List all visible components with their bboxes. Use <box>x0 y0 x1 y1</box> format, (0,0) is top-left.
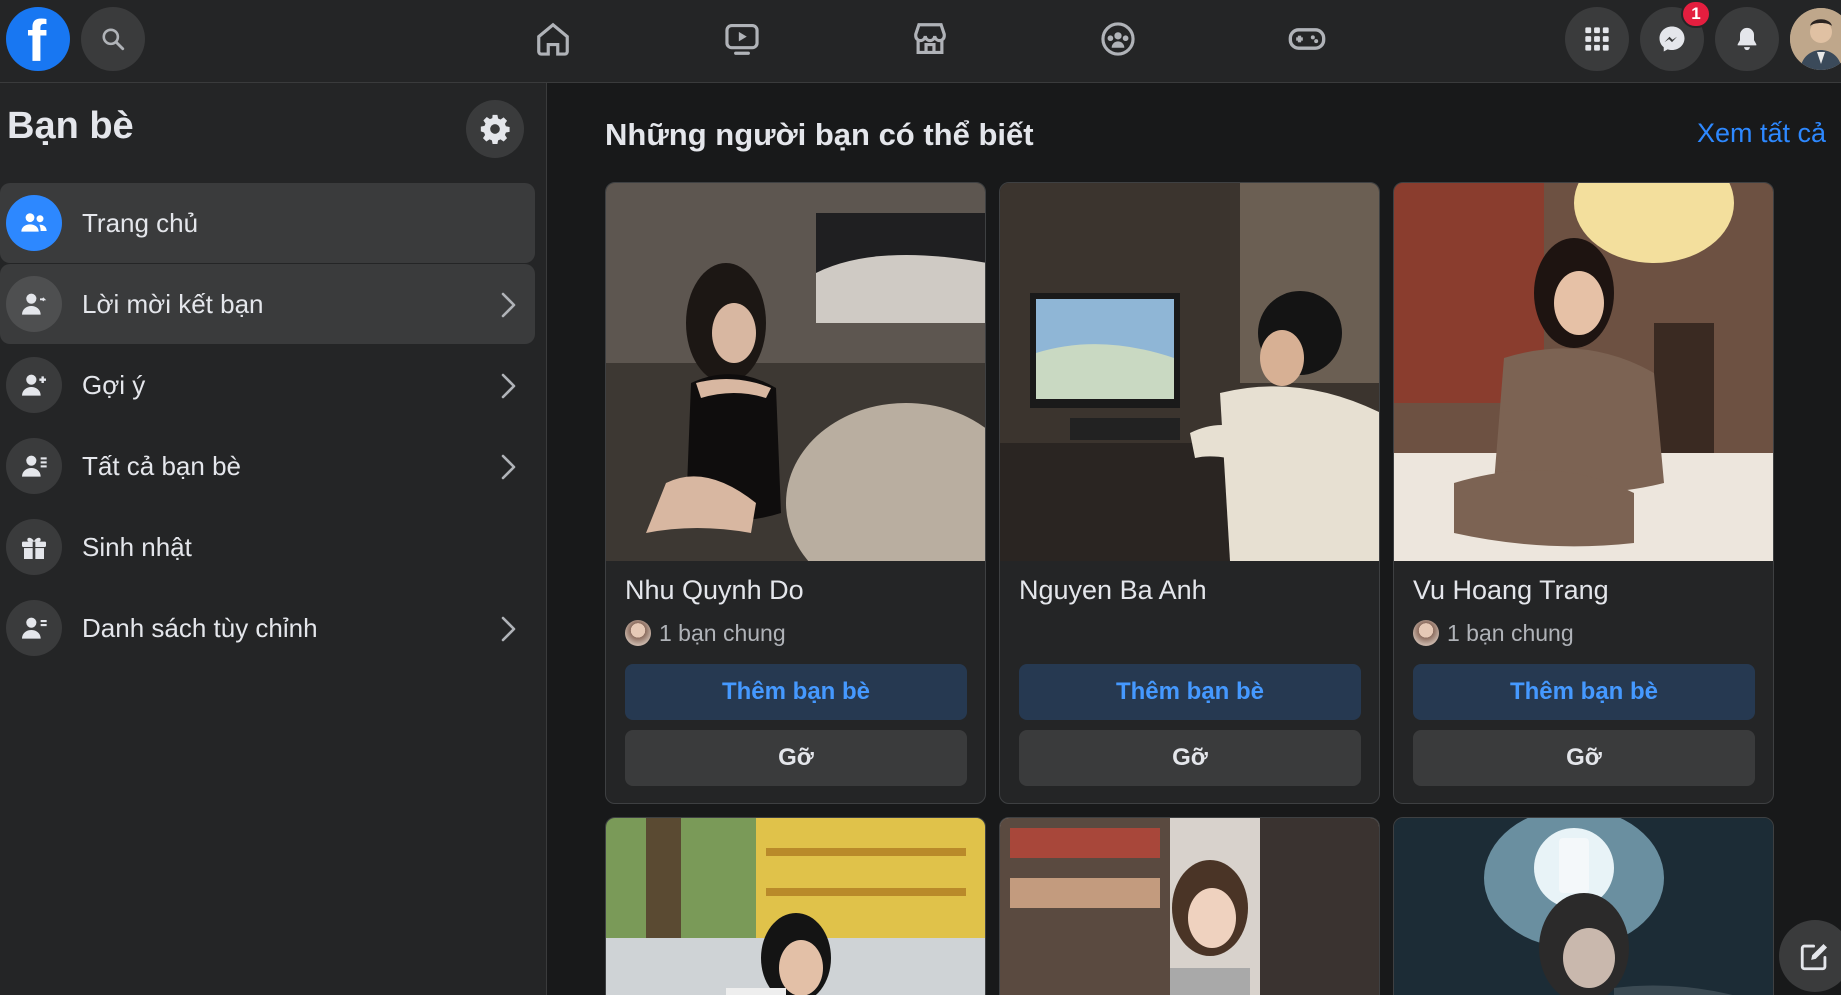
sidebar-item-birthdays[interactable]: Sinh nhật <box>0 507 535 587</box>
new-message-button[interactable] <box>1779 920 1841 992</box>
mutual-friend-avatar <box>625 620 651 646</box>
groups-icon <box>1101 22 1135 56</box>
friend-suggestion-card: Nguyen Ba Anh Thêm bạn bè Gỡ <box>999 182 1380 804</box>
custom-list-icon <box>22 617 47 639</box>
sidebar-icon-circle <box>6 195 62 251</box>
nav-home-button[interactable] <box>533 18 573 60</box>
search-icon <box>102 28 125 51</box>
friend-name[interactable]: Nguyen Ba Anh <box>1019 575 1207 606</box>
notifications-button[interactable] <box>1715 7 1779 71</box>
friends-home-icon <box>21 213 47 232</box>
section-title: Những người bạn có thể biết <box>605 117 1034 152</box>
profile-photo[interactable] <box>606 183 986 561</box>
sidebar-item-custom-lists[interactable]: Danh sách tùy chỉnh <box>0 588 535 668</box>
marketplace-icon <box>914 23 946 55</box>
add-friend-icon <box>22 374 46 396</box>
add-friend-button[interactable]: Thêm bạn bè <box>1413 664 1755 720</box>
sidebar-item-friend-requests[interactable]: Lời mời kết bạn <box>0 264 535 344</box>
sidebar-item-label: Danh sách tùy chỉnh <box>82 613 318 643</box>
sidebar-item-label: Lời mời kết bạn <box>82 289 264 319</box>
nav-watch-button[interactable] <box>722 18 762 60</box>
friend-list-icon <box>22 455 47 477</box>
sidebar-icon-circle <box>6 519 62 575</box>
sidebar-item-label: Trang chủ <box>82 208 199 238</box>
chevron-right-icon <box>501 373 516 399</box>
messenger-notification-badge: 1 <box>1681 0 1711 28</box>
home-icon <box>537 22 569 56</box>
messenger-icon <box>1659 26 1685 52</box>
see-all-link[interactable]: Xem tất cả <box>1697 118 1826 149</box>
remove-button[interactable]: Gỡ <box>625 730 967 786</box>
friend-name[interactable]: Nhu Quynh Do <box>625 575 804 606</box>
gift-icon <box>22 537 46 559</box>
avatar-photo <box>1790 8 1841 70</box>
remove-button[interactable]: Gỡ <box>1413 730 1755 786</box>
mutual-friends: 1 bạn chung <box>1413 618 1574 648</box>
nav-gaming-button[interactable] <box>1287 18 1327 60</box>
mutual-friends: 1 bạn chung <box>625 618 786 648</box>
add-friend-button[interactable]: Thêm bạn bè <box>625 664 967 720</box>
profile-photo[interactable] <box>1000 818 1380 995</box>
profile-photo[interactable] <box>606 818 986 995</box>
friend-suggestion-card: Nhu Quynh Do 1 bạn chung Thêm bạn bè Gỡ <box>605 182 986 804</box>
sidebar-item-label: Sinh nhật <box>82 532 192 562</box>
gaming-icon <box>1288 28 1326 50</box>
profile-photo[interactable] <box>1000 183 1380 561</box>
friend-suggestion-card <box>1393 817 1774 995</box>
sidebar-item-suggestions[interactable]: Gợi ý <box>0 345 535 425</box>
chevron-right-icon <box>501 292 516 318</box>
sidebar-item-all-friends[interactable]: Tất cả bạn bè <box>0 426 535 506</box>
bell-icon <box>1737 27 1757 51</box>
friend-suggestion-card <box>999 817 1380 995</box>
sidebar-item-label: Gợi ý <box>82 370 146 400</box>
chevron-right-icon <box>501 616 516 642</box>
account-avatar[interactable] <box>1790 8 1841 70</box>
sidebar-icon-circle <box>6 357 62 413</box>
search-button[interactable] <box>81 7 145 71</box>
add-friend-button[interactable]: Thêm bạn bè <box>1019 664 1361 720</box>
watch-icon <box>725 23 759 55</box>
mutual-friend-avatar <box>1413 620 1439 646</box>
mutual-friends-count: 1 bạn chung <box>659 619 786 646</box>
top-navigation-bar: f 1 <box>0 0 1841 83</box>
sidebar-icon-circle <box>6 438 62 494</box>
menu-button[interactable] <box>1565 7 1629 71</box>
gear-icon <box>480 114 510 145</box>
menu-grid-icon <box>1585 27 1609 51</box>
profile-photo[interactable] <box>1394 818 1774 995</box>
sidebar-icon-circle <box>6 600 62 656</box>
chevron-right-icon <box>501 454 516 480</box>
mutual-friends-count: 1 bạn chung <box>1447 619 1574 646</box>
settings-button[interactable] <box>466 100 524 158</box>
friend-suggestion-card: Vu Hoang Trang 1 bạn chung Thêm bạn bè G… <box>1393 182 1774 804</box>
compose-icon <box>1800 943 1828 971</box>
friends-sidebar: Bạn bè Trang chủ Lời mời kết bạn Gợi ý T… <box>0 83 547 995</box>
friend-suggestion-card <box>605 817 986 995</box>
sidebar-item-label: Tất cả bạn bè <box>82 451 241 481</box>
remove-button[interactable]: Gỡ <box>1019 730 1361 786</box>
friend-request-icon <box>22 293 47 315</box>
facebook-logo[interactable]: f <box>6 7 70 74</box>
sidebar-title: Bạn bè <box>7 105 134 147</box>
friend-name[interactable]: Vu Hoang Trang <box>1413 575 1609 606</box>
nav-groups-button[interactable] <box>1098 18 1138 60</box>
sidebar-icon-circle <box>6 276 62 332</box>
facebook-logo-letter: f <box>27 9 47 74</box>
profile-photo[interactable] <box>1394 183 1774 561</box>
nav-marketplace-button[interactable] <box>910 18 950 60</box>
sidebar-item-home[interactable]: Trang chủ <box>0 183 535 263</box>
